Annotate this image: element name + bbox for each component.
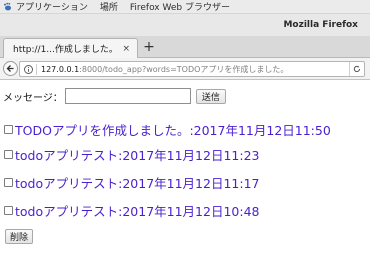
message-label: メッセージ： (3, 92, 63, 104)
url-bar[interactable]: 127.0.0.1 :8000/todo_app?words=TODOアプリを作… (19, 61, 365, 77)
tab-strip: http://1...作成しました。 × + (0, 36, 370, 58)
reload-icon[interactable] (349, 62, 364, 76)
url-separator (36, 63, 37, 75)
menu-applications[interactable]: アプリケーション (16, 0, 88, 13)
todo-text: todoアプリテスト:2017年11月12日11:17 (15, 176, 260, 191)
todo-item: todoアプリテスト:2017年11月12日10:48 (4, 201, 260, 220)
window-title: Mozilla Firefox (283, 20, 358, 30)
submit-button[interactable]: 送信 (195, 88, 226, 104)
todo-checkbox[interactable] (4, 150, 13, 159)
info-icon[interactable] (23, 64, 33, 74)
menu-firefox[interactable]: Firefox Web ブラウザー (130, 0, 230, 13)
todo-text: todoアプリテスト:2017年11月12日11:23 (15, 148, 260, 163)
nav-bar: 127.0.0.1 :8000/todo_app?words=TODOアプリを作… (0, 58, 370, 80)
system-top-bar: アプリケーション 場所 Firefox Web ブラウザー (0, 0, 370, 14)
todo-text: TODOアプリを作成しました。:2017年11月12日11:50 (15, 123, 331, 138)
tab-active[interactable]: http://1...作成しました。 × (3, 38, 138, 58)
todo-text: todoアプリテスト:2017年11月12日10:48 (15, 204, 260, 219)
gnome-foot-icon[interactable] (3, 2, 12, 11)
todo-checkbox[interactable] (4, 125, 13, 134)
todo-checkbox[interactable] (4, 206, 13, 215)
message-form: メッセージ： 送信 (3, 88, 226, 104)
todo-item: TODOアプリを作成しました。:2017年11月12日11:50 (4, 120, 331, 139)
back-arrow-icon (6, 65, 14, 72)
url-host: 127.0.0.1 (41, 64, 80, 74)
message-input[interactable] (64, 88, 191, 104)
delete-button[interactable]: 削除 (5, 229, 34, 244)
todo-checkbox[interactable] (4, 178, 13, 187)
window-titlebar: Mozilla Firefox (0, 14, 370, 36)
page-content: メッセージ： 送信 TODOアプリを作成しました。:2017年11月12日11:… (0, 80, 370, 254)
url-path: :8000/todo_app?words=TODOアプリを作成しました。 (79, 64, 289, 74)
close-tab-icon[interactable]: × (122, 44, 130, 54)
todo-item: todoアプリテスト:2017年11月12日11:23 (4, 145, 260, 164)
menu-places[interactable]: 場所 (100, 0, 118, 13)
tab-title: http://1...作成しました。 (13, 45, 113, 55)
new-tab-button[interactable]: + (142, 39, 156, 55)
todo-item: todoアプリテスト:2017年11月12日11:17 (4, 173, 260, 192)
back-button[interactable] (3, 61, 18, 76)
